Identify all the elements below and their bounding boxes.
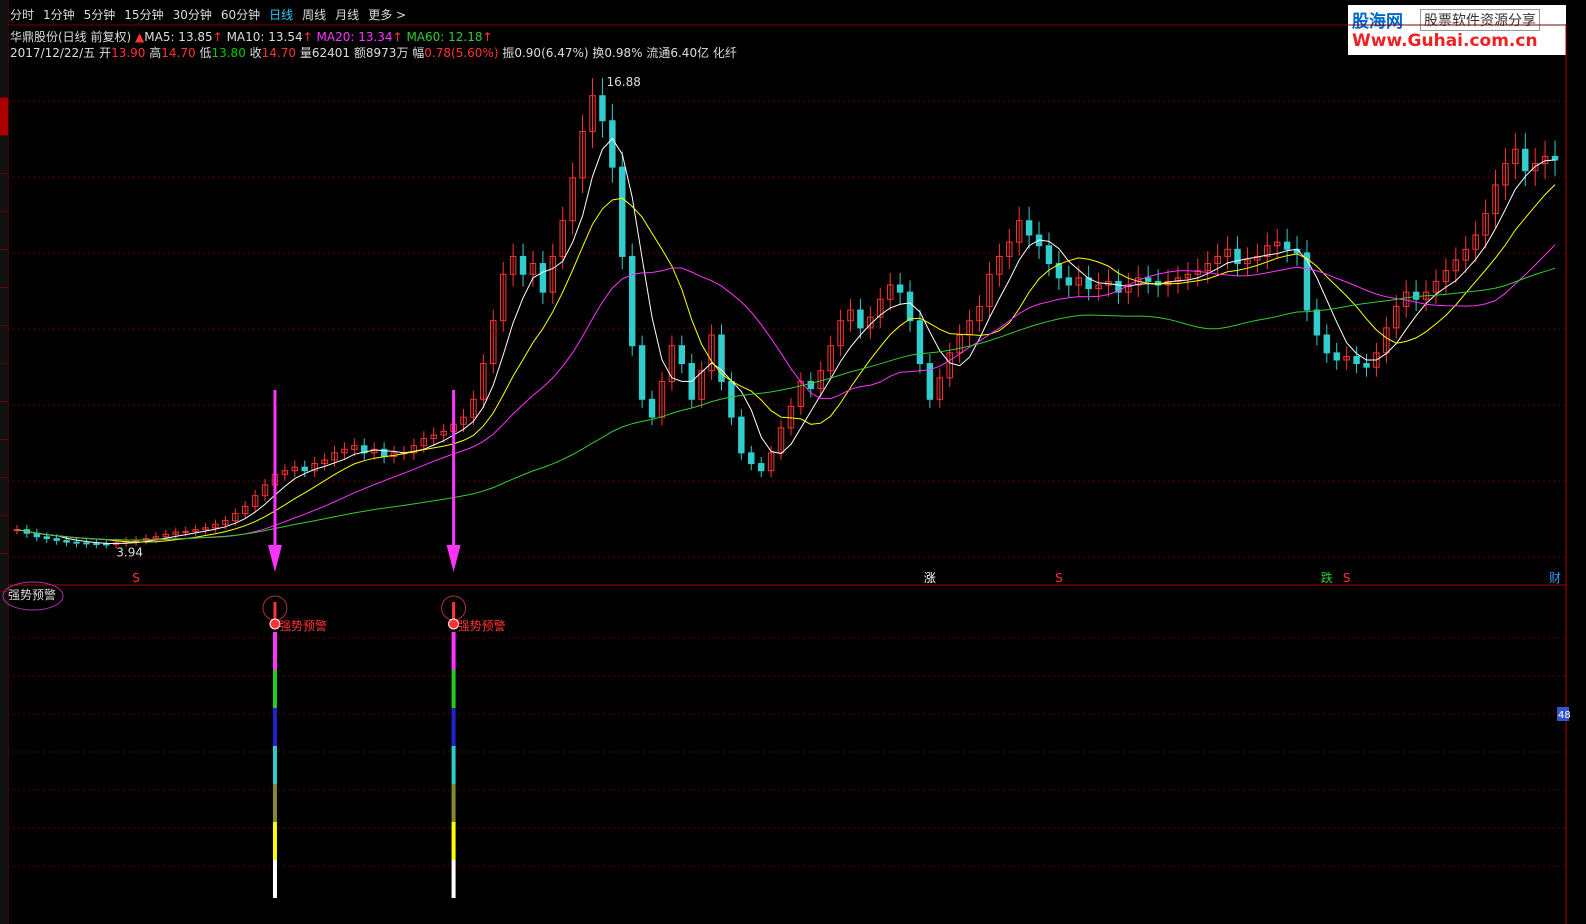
candle-body [53, 538, 60, 541]
signal-bar-segment [272, 632, 277, 670]
candle-body [1065, 277, 1073, 286]
candle-body [1412, 291, 1420, 300]
candle-body [678, 345, 686, 365]
candle-body [619, 166, 626, 257]
event-marker: S [1055, 571, 1063, 585]
candle-body [73, 541, 80, 544]
candle-body [748, 452, 755, 465]
candle-body [896, 284, 904, 293]
candle-body [301, 466, 308, 472]
event-marker: 跌 [1321, 570, 1333, 585]
candle-body [638, 345, 646, 400]
candle-body [1551, 155, 1559, 161]
candle-body [103, 543, 110, 546]
signal-bar-segment [272, 784, 277, 822]
indicator-name: 强势预警 [8, 588, 57, 602]
signal-bar-segment [272, 670, 277, 708]
signal-bar-segment [451, 822, 456, 860]
ma20-line [16, 244, 1556, 541]
candle-body [1353, 355, 1360, 365]
candle-body [1045, 245, 1053, 265]
candle-body [1363, 363, 1370, 368]
signal-bar-segment [451, 670, 456, 708]
signal-bar-segment [272, 708, 277, 746]
right-value: 48 [1558, 710, 1571, 721]
candle-body [857, 309, 864, 329]
candle-body [1522, 148, 1529, 172]
candle-body [1313, 309, 1321, 336]
candle-body [63, 539, 70, 543]
max-price-label: 16.88 [607, 75, 641, 89]
candle-body [906, 291, 914, 322]
signal-bar-segment [272, 746, 277, 784]
kline-chart[interactable]: 16.883.94S 涨 S 跌 S 财强势预警 强势预警48 [0, 0, 1586, 924]
candle-body [1303, 252, 1311, 311]
candle-body [83, 542, 90, 545]
signal-bar-segment [272, 860, 277, 898]
event-marker: 涨 [924, 570, 936, 585]
event-marker: S [1343, 571, 1351, 585]
candle-body [609, 120, 616, 168]
candle-body [182, 530, 189, 533]
candle-body [728, 380, 735, 418]
candle-body [1283, 241, 1291, 250]
candle-body [628, 255, 636, 347]
signal-bar-segment [451, 708, 456, 746]
ma60-line [16, 267, 1556, 541]
candle-body [519, 255, 527, 275]
candle-body [1323, 334, 1331, 354]
candle-body [93, 543, 100, 546]
candle-body [738, 416, 745, 454]
candle-body [1144, 277, 1152, 282]
signal-bar-segment [451, 784, 456, 822]
signal-bar-segment [451, 632, 456, 670]
candle-body [916, 320, 924, 365]
signal-arrow-head [446, 545, 461, 572]
signal-bar-segment [451, 860, 456, 898]
event-marker: S [132, 571, 140, 585]
ma10-line [16, 184, 1556, 543]
signal-bar-segment [451, 746, 456, 784]
candle-body [1333, 352, 1340, 361]
candle-body [648, 398, 656, 418]
min-price-label: 3.94 [116, 546, 143, 560]
signal-bar-segment [272, 822, 277, 860]
candle-body [599, 95, 606, 122]
signal-label: 强势预警 [279, 618, 327, 633]
signal-label: 强势预警 [458, 618, 506, 633]
event-marker: 财 [1549, 571, 1561, 585]
candle-body [539, 263, 547, 293]
signal-arrow-head [267, 545, 282, 572]
candle-body [757, 463, 765, 472]
candle-body [1025, 220, 1033, 236]
candle-body [43, 536, 50, 540]
